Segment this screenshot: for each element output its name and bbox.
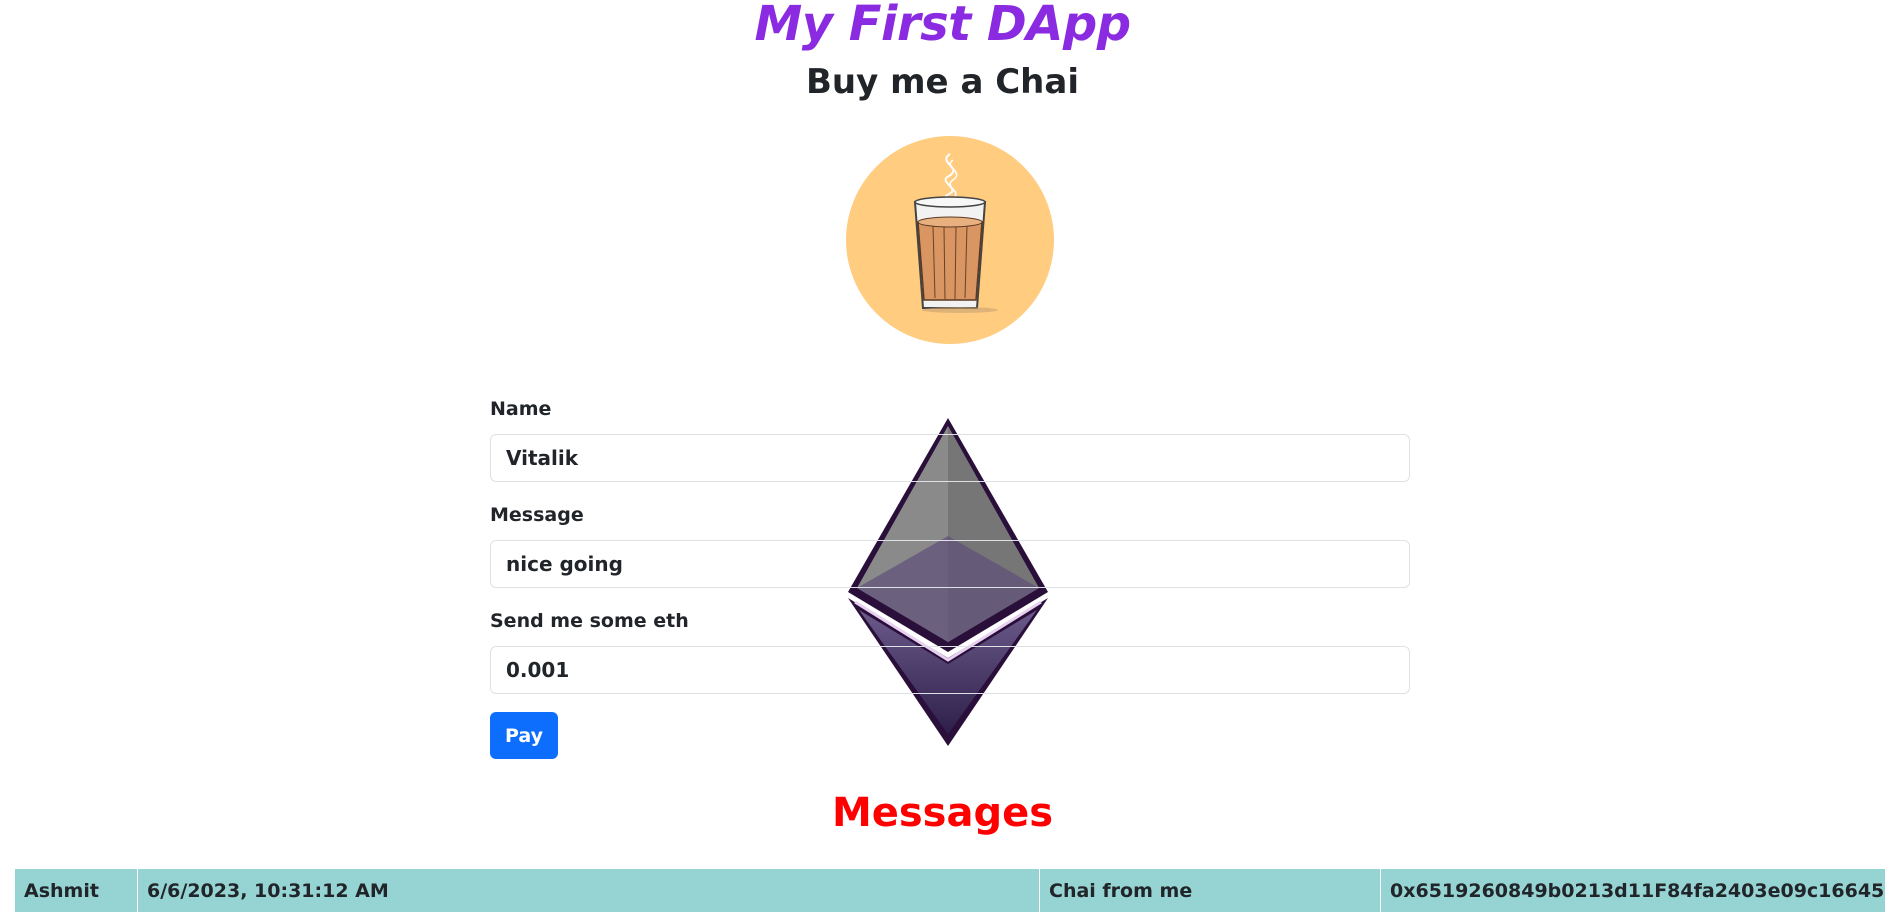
page: My First DApp Buy me a Chai Name Vitalik… <box>0 0 1885 912</box>
eth-amount-field[interactable]: 0.001 <box>490 646 1410 694</box>
message-text: Chai from me <box>1039 869 1380 912</box>
message-sender-name: Ashmit <box>24 879 99 902</box>
table-row: Ashmit 6/6/2023, 10:31:12 AM Chai from m… <box>15 869 1885 912</box>
message-timestamp: 6/6/2023, 10:31:12 AM <box>137 869 1039 912</box>
message-field[interactable]: nice going <box>490 540 1410 588</box>
message-label: Message <box>490 504 584 526</box>
page-subtitle: Buy me a Chai <box>806 62 1079 102</box>
name-label: Name <box>490 398 552 420</box>
pay-button[interactable]: Pay <box>490 712 558 759</box>
message-sender-address: 0x6519260849b0213d11F84fa2403e09c1664555… <box>1380 869 1885 912</box>
eth-amount-label: Send me some eth <box>490 610 689 632</box>
buy-chai-form: Name Vitalik Message nice going Send me … <box>490 396 1410 759</box>
name-field[interactable]: Vitalik <box>490 434 1410 482</box>
chai-glass-icon <box>846 136 1054 344</box>
messages-title: Messages <box>831 790 1054 836</box>
app-title: My First DApp <box>754 0 1131 52</box>
